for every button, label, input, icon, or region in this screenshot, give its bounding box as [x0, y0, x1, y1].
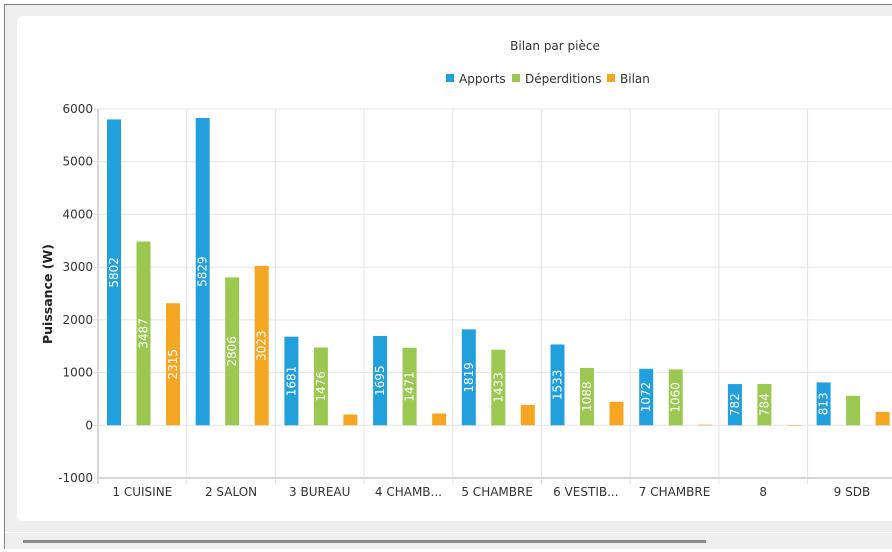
bar-value-label: 3023	[255, 330, 269, 361]
bar-value-label: 1088	[580, 381, 594, 412]
x-tick-label: 5 CHAMBRE	[461, 485, 533, 499]
y-tick-label: 0	[85, 418, 93, 432]
legend-swatch-2	[607, 74, 615, 82]
bar-chart: 5802 5829 1681 1695 1819 1533 1072 782 813 3487 28…	[40, 39, 892, 499]
bar-value-label: 782	[728, 393, 742, 416]
bar-value-label: 1471	[403, 371, 417, 402]
gridlines	[97, 108, 892, 484]
bar-value-label: 784	[757, 393, 771, 416]
y-tick-label: 1000	[62, 366, 93, 380]
bar-bilan	[432, 413, 447, 426]
x-tick-label: 1 CUISINE	[112, 485, 172, 499]
bar-bilan	[786, 425, 801, 426]
bar-value-label: 1072	[639, 382, 653, 413]
bar-value-label: 5829	[196, 256, 210, 287]
y-tick-label: 2000	[62, 313, 93, 327]
x-tick-label: 9 SDB	[834, 485, 871, 499]
x-tick-label: 8	[759, 485, 767, 499]
legend-label: Bilan	[620, 72, 650, 86]
bar-bilan	[875, 411, 890, 426]
x-tick-label: 3 BUREAU	[289, 485, 350, 499]
horizontal-scrollbar-thumb[interactable]	[23, 540, 706, 543]
x-tick-label: 7 CHAMBRE	[639, 485, 711, 499]
bar-value-label: 1695	[373, 365, 387, 396]
legend: Apports Déperditions Bilan	[446, 72, 650, 86]
legend-swatch-0	[446, 74, 454, 82]
y-tick-label: 6000	[62, 102, 93, 116]
bar-value-label: 1433	[491, 372, 505, 403]
x-tick-label: 2 SALON	[205, 485, 257, 499]
y-tick-label: 5000	[62, 155, 93, 169]
bar-value-label: 1533	[551, 370, 565, 401]
x-tick-label: 4 CHAMB...	[375, 485, 442, 499]
chart-title: Bilan par pièce	[510, 39, 600, 53]
horizontal-scrollbar[interactable]	[5, 532, 892, 549]
bar-value-label: 1681	[284, 366, 298, 397]
bar-value-label: 1060	[669, 382, 683, 413]
y-tick-label: -1000	[58, 471, 93, 485]
bar-value-label: 2806	[225, 336, 239, 367]
bar-value-label: 2315	[166, 349, 180, 380]
bar-value-label: 1819	[462, 362, 476, 393]
bar-bilan	[698, 424, 713, 426]
bar-value-label: 1476	[314, 371, 328, 402]
x-tick-label: 6 VESTIB...	[553, 485, 618, 499]
bar-value-label: 813	[817, 392, 831, 415]
legend-swatch-1	[512, 74, 520, 82]
legend-label: Déperditions	[525, 72, 602, 86]
bar-bilan	[609, 401, 624, 426]
bar-deperditions	[846, 395, 861, 426]
y-tick-label: 3000	[62, 260, 93, 274]
bar-value-label: 5802	[107, 257, 121, 288]
y-tick-label: 4000	[62, 207, 93, 221]
bar-value-label: 3487	[137, 318, 151, 349]
bar-bilan	[520, 404, 535, 426]
y-axis-title: Puissance (W)	[40, 244, 55, 344]
legend-label: Apports	[459, 72, 506, 86]
bar-bilan	[343, 414, 358, 426]
